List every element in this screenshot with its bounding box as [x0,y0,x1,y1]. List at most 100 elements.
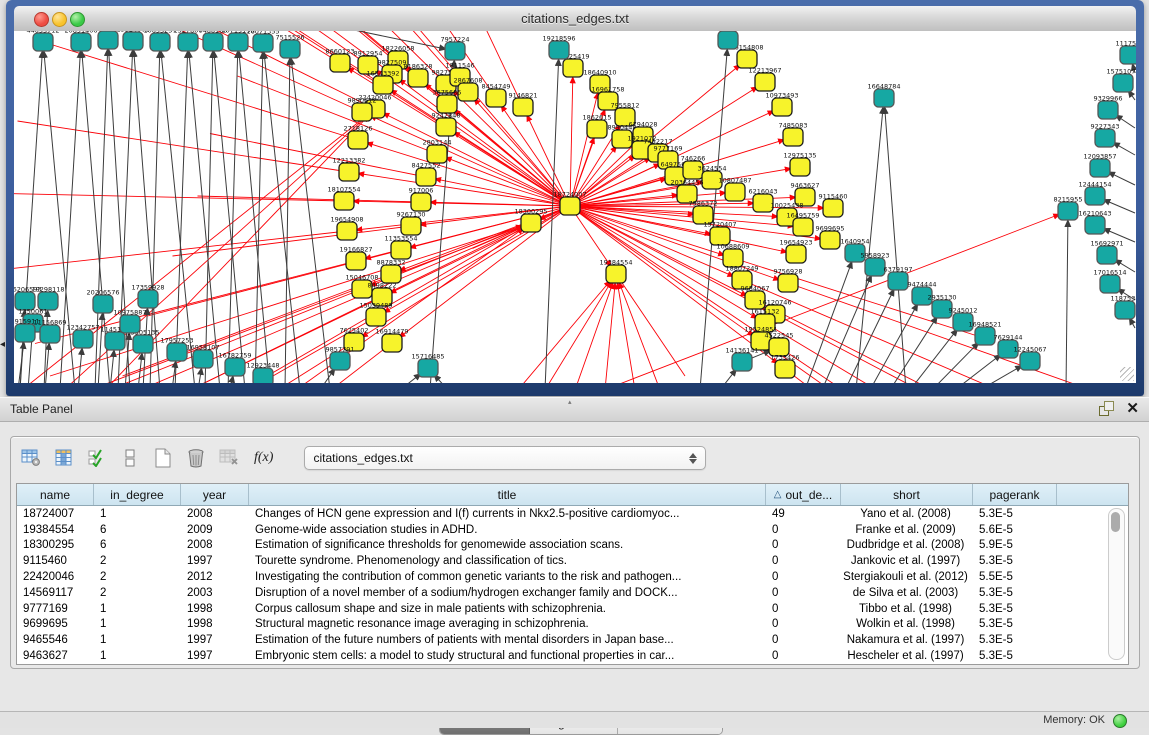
graph-node[interactable]: 9146821 [509,92,538,117]
table-cell[interactable]: Estimation of significance thresholds fo… [249,539,766,551]
graph-node[interactable]: 12245067 [1013,346,1046,371]
column-header-pagerank[interactable]: pagerank [973,484,1057,505]
graph-node[interactable]: 16914479 [375,328,408,353]
table-cell[interactable]: 0 [766,524,841,536]
memory-status-icon[interactable] [1113,714,1127,728]
graph-node[interactable]: 12342757 [66,324,99,349]
graph-node[interactable]: 9227343 [1091,123,1120,148]
graph-node[interactable]: 15039489 [359,302,392,327]
column-header-in_degree[interactable]: in_degree [94,484,181,505]
delete-table-icon[interactable] [217,445,241,471]
graph-node[interactable]: 1117534 [1116,40,1136,65]
column-header-name[interactable]: name [17,484,94,505]
graph-node[interactable]: 18107554 [327,186,360,211]
table-cell[interactable]: Changes of HCN gene expression and I(f) … [249,508,766,520]
table-cell[interactable]: Franke et al. (2009) [841,524,973,536]
graph-node[interactable]: 9242848 [432,112,461,137]
float-window-icon[interactable] [1099,401,1114,416]
table-cell[interactable]: 1 [94,618,181,630]
table-cell[interactable]: 1998 [181,603,249,615]
create-column-icon[interactable] [151,445,175,471]
delete-trash-icon[interactable] [184,445,208,471]
table-cell[interactable]: 14569117 [17,587,94,599]
table-cell[interactable]: 0 [766,555,841,567]
table-cell[interactable]: 0 [766,618,841,630]
table-cell[interactable]: 9699695 [17,618,94,630]
graph-node[interactable]: 8454749 [482,83,511,108]
table-cell[interactable]: 2012 [181,571,249,583]
show-columns-icon[interactable] [52,445,76,471]
graph-node[interactable]: 8878332 [377,259,406,284]
table-cell[interactable]: 2 [94,571,181,583]
table-cell[interactable]: de Silva et al. (2003) [841,587,973,599]
table-cell[interactable]: 2008 [181,539,249,551]
graph-node[interactable]: 15692971 [1090,240,1123,265]
network-canvas[interactable]: 8660123891295418226058982750916543392818… [14,31,1136,383]
table-row[interactable]: 1872400712008Changes of HCN gene express… [17,506,1128,522]
table-cell[interactable]: 9465546 [17,634,94,646]
table-cell[interactable]: 0 [766,587,841,599]
panel-collapse-arrow-icon[interactable]: ◂ [0,340,5,350]
table-cell[interactable]: 1997 [181,634,249,646]
table-row[interactable]: 969969511998Structural magnetic resonanc… [17,617,1128,633]
graph-node[interactable]: 19654908 [330,216,363,241]
table-cell[interactable]: 5.9E-5 [973,539,1057,551]
graph-node[interactable]: 8427552 [412,162,441,187]
table-cell[interactable]: 0 [766,634,841,646]
graph-node[interactable]: 8186328 [404,63,433,88]
graph-node[interactable]: 1187534 [1111,295,1136,320]
table-cell[interactable]: 1 [94,508,181,520]
table-cell[interactable]: 5.3E-5 [973,650,1057,662]
graph-node[interactable]: 7515526 [276,34,305,59]
table-cell[interactable]: 0 [766,539,841,551]
table-cell[interactable]: 5.3E-5 [973,634,1057,646]
graph-node[interactable]: 14136141 [725,347,758,372]
table-row[interactable]: 1938455462009Genome-wide association stu… [17,522,1128,538]
scrollbar-thumb[interactable] [1111,512,1120,532]
graph-node[interactable]: 15716485 [411,353,444,378]
column-header-title[interactable]: title [249,484,766,505]
graph-node[interactable]: 12975135 [783,152,816,177]
table-cell[interactable]: 5.3E-5 [973,603,1057,615]
graph-node[interactable]: 19298118 [31,286,64,311]
table-cell[interactable]: 1997 [181,555,249,567]
graph-node[interactable]: 1733426 [771,354,800,379]
row-height-icon[interactable] [118,445,142,471]
graph-node[interactable]: 16648784 [867,83,900,108]
graph-node[interactable]: 3675685 [433,89,462,114]
table-cell[interactable]: Yano et al. (2008) [841,508,973,520]
column-header-year[interactable]: year [181,484,249,505]
column-header-out_de[interactable]: △out_de... [766,484,841,505]
table-cell[interactable]: 1998 [181,618,249,630]
function-builder-icon[interactable]: f(x) [254,450,273,466]
graph-node[interactable]: 19654923 [779,239,812,264]
graph-node[interactable]: 2803144 [423,139,452,164]
graph-node[interactable]: 9857791 [326,346,355,371]
table-options-icon[interactable] [19,445,43,471]
table-cell[interactable]: 0 [766,571,841,583]
table-cell[interactable]: Investigating the contribution of common… [249,571,766,583]
table-cell[interactable]: Structural magnetic resonance image aver… [249,618,766,630]
table-cell[interactable]: Dudbridge et al. (2008) [841,539,973,551]
table-cell[interactable]: 5.3E-5 [973,555,1057,567]
graph-node[interactable]: 9890612 [348,97,377,122]
graph-node[interactable]: 17359928 [131,284,164,309]
graph-node[interactable]: 44055712 [26,31,59,51]
table-cell[interactable]: 9777169 [17,603,94,615]
resize-grip-icon[interactable] [1120,367,1134,381]
table-cell[interactable]: Corpus callosum shape and size in male p… [249,603,766,615]
graph-node[interactable]: 12923448 [246,362,279,384]
table-cell[interactable]: 2008 [181,508,249,520]
table-cell[interactable]: 49 [766,508,841,520]
graph-node[interactable]: 19384554 [599,259,632,284]
table-row[interactable]: 911546021997Tourette syndrome. Phenomeno… [17,553,1128,569]
table-cell[interactable]: 5.3E-5 [973,508,1057,520]
table-cell[interactable]: Tibbo et al. (1998) [841,603,973,615]
graph-node[interactable]: 17016514 [1093,269,1126,294]
table-cell[interactable]: Wolkin et al. (1998) [841,618,973,630]
table-row[interactable]: 977716911998Corpus callosum shape and si… [17,601,1128,617]
table-selector-dropdown[interactable]: citations_edges.txt [304,446,706,470]
table-cell[interactable]: 18300295 [17,539,94,551]
graph-node[interactable]: 4522545 [765,332,794,357]
table-cell[interactable]: 1 [94,634,181,646]
